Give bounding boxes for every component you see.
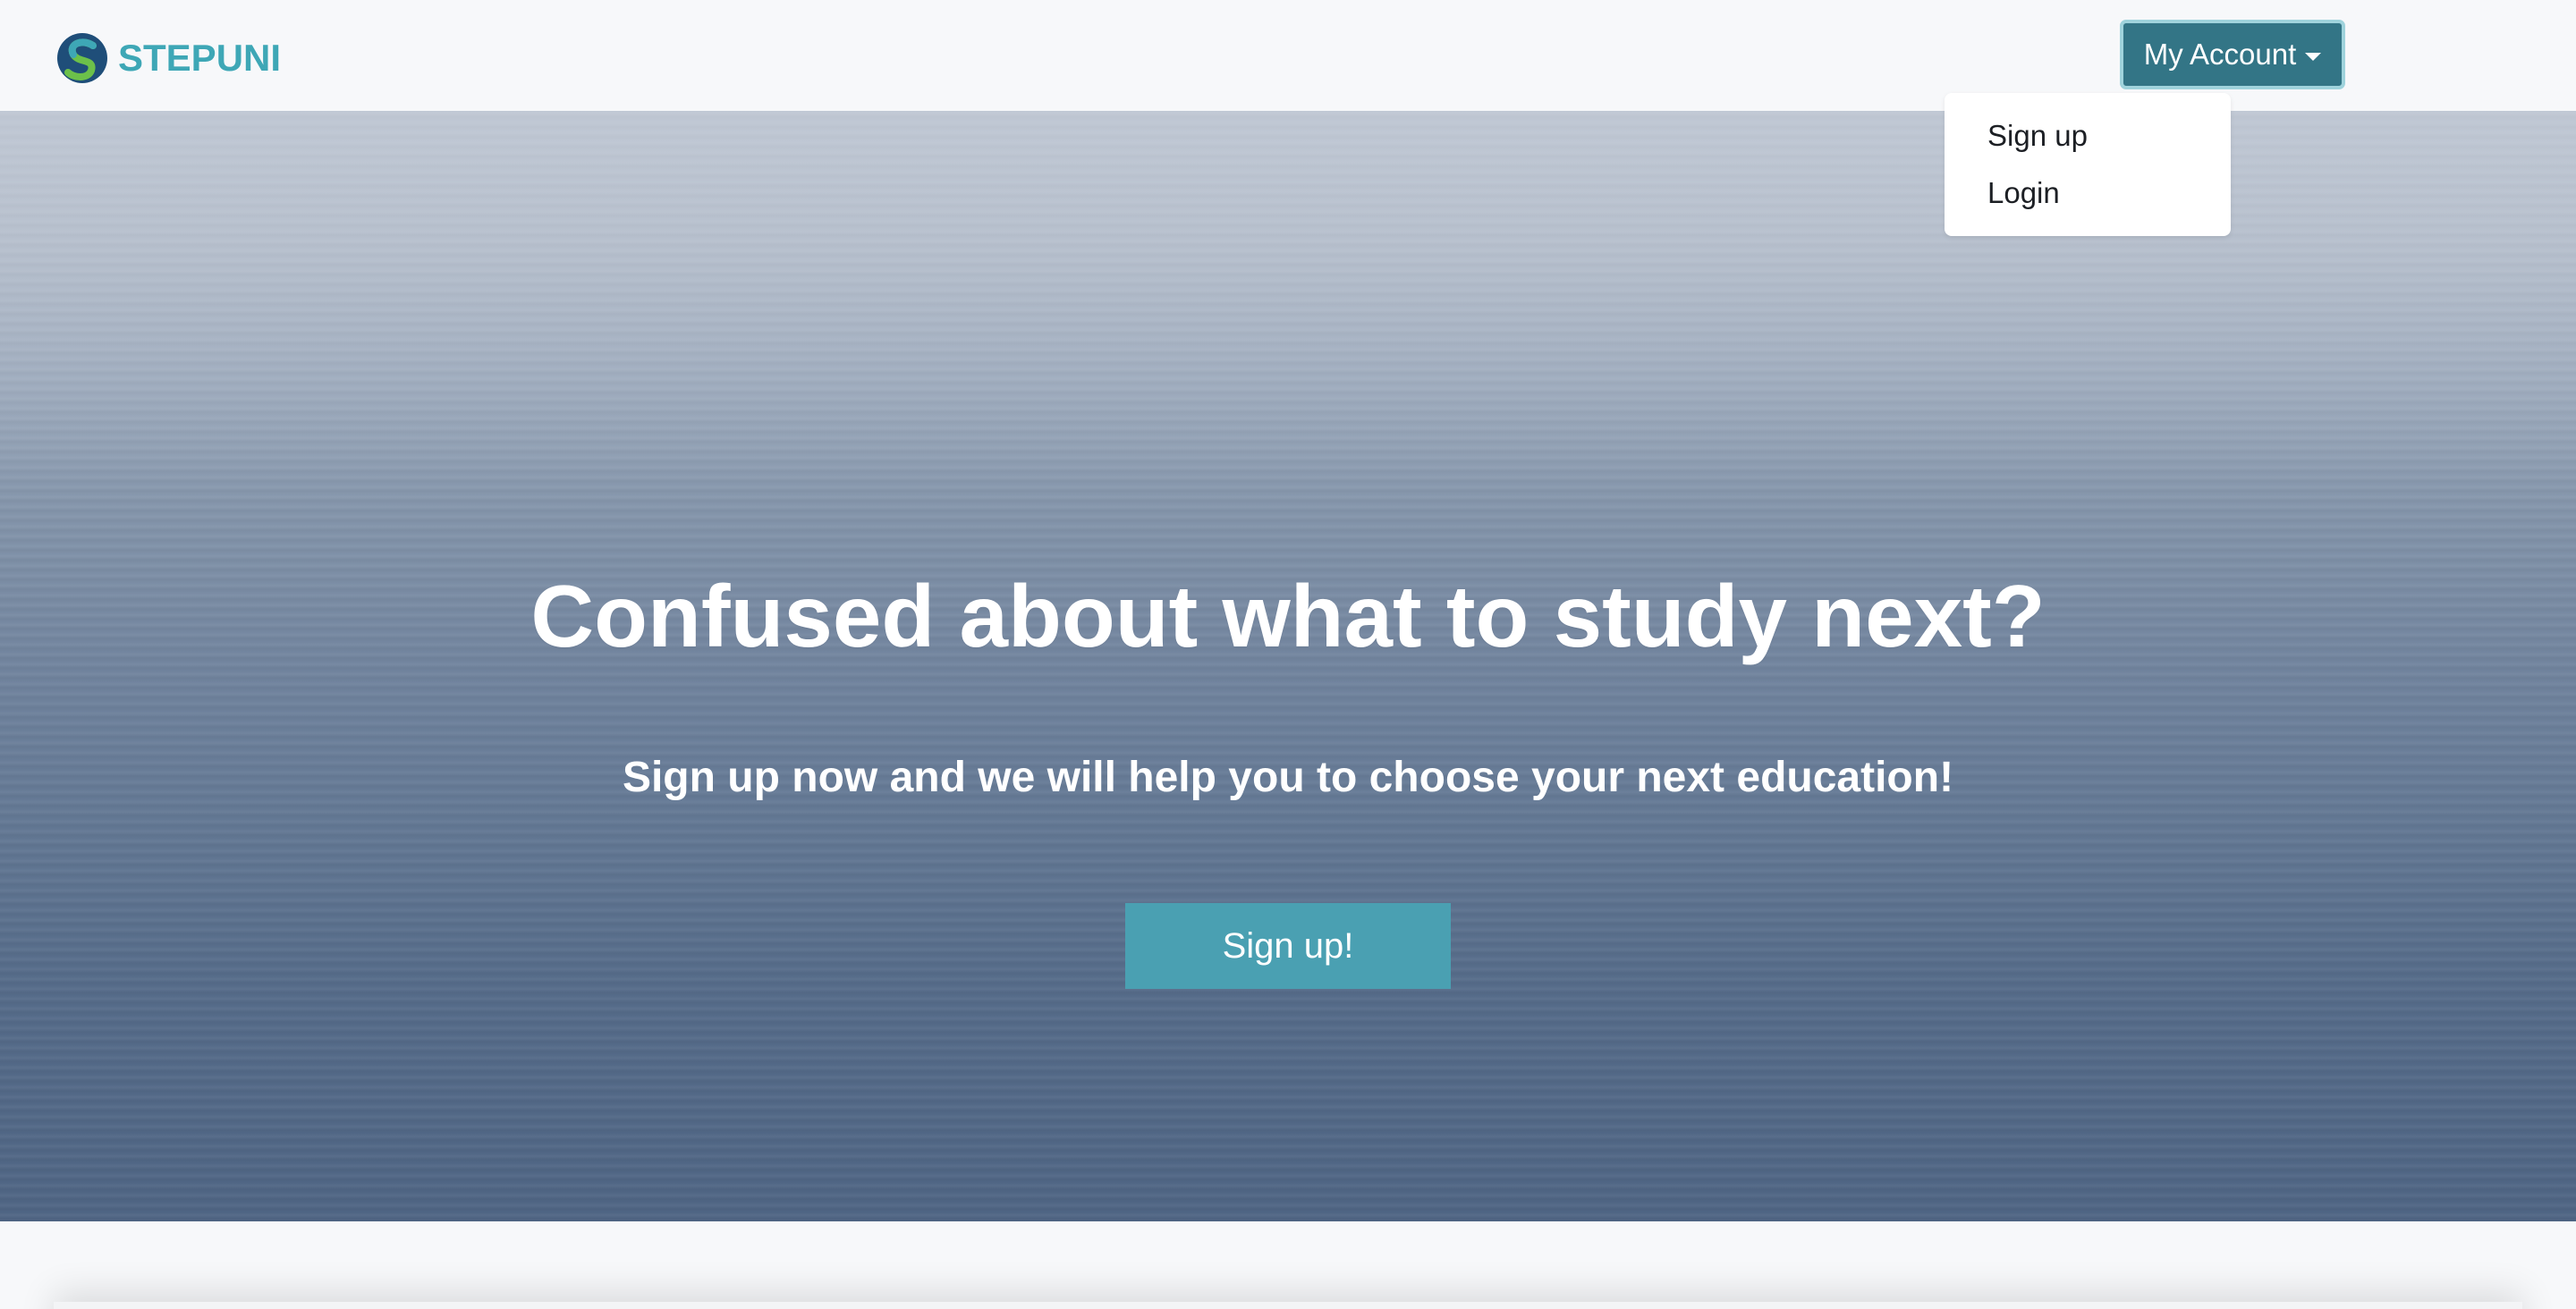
my-account-button[interactable]: My Account (2120, 20, 2345, 89)
hero-title: Confused about what to study next? (530, 567, 2046, 665)
page-bottom-area (0, 1221, 2576, 1309)
caret-down-icon (2305, 52, 2322, 61)
account-dropdown-menu: Sign up Login (1945, 93, 2231, 236)
brand-link[interactable]: STEPUNI (55, 32, 281, 84)
brand-name: STEPUNI (118, 37, 282, 79)
stepuni-logo-icon (57, 33, 107, 83)
hero-section: Confused about what to study next? Sign … (0, 111, 2576, 1221)
my-account-label: My Account (2143, 38, 2297, 71)
dropdown-item-login[interactable]: Login (1945, 165, 2231, 222)
content-card-edge (54, 1302, 2522, 1309)
hero-subtitle: Sign up now and we will help you to choo… (622, 754, 1954, 801)
dropdown-item-sign-up[interactable]: Sign up (1945, 107, 2231, 165)
hero-sign-up-button[interactable]: Sign up! (1125, 903, 1451, 989)
